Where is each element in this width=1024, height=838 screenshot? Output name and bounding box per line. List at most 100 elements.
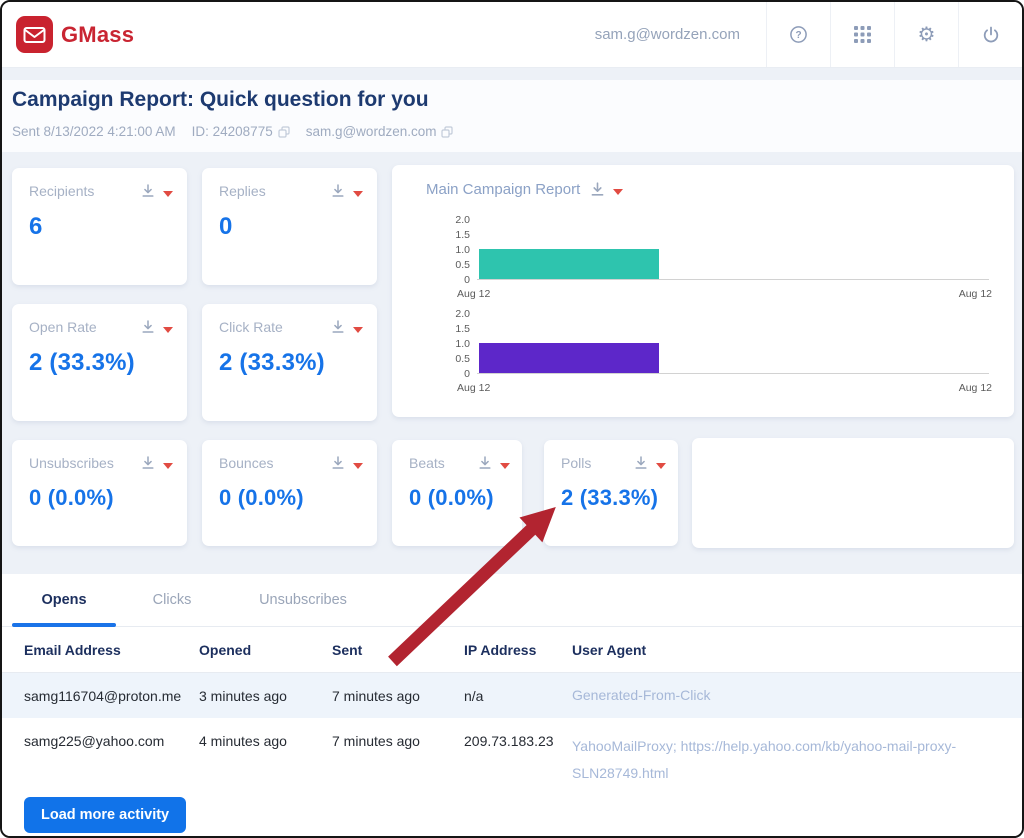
activity-section: Opens Clicks Unsubscribes Email Address … xyxy=(2,574,1022,836)
table-row: samg225@yahoo.com 4 minutes ago 7 minute… xyxy=(2,718,1022,796)
stat-label: Recipients xyxy=(29,183,94,199)
settings-gear-icon[interactable]: ⚙ xyxy=(894,2,958,67)
caret-down-icon xyxy=(353,463,363,469)
col-header-email: Email Address xyxy=(24,642,199,658)
svg-text:?: ? xyxy=(795,30,801,41)
gmass-logo-icon xyxy=(16,16,53,53)
caret-down-icon xyxy=(353,191,363,197)
stat-value: 0 (0.0%) xyxy=(12,471,187,511)
y-axis-opens: 2.01.51.00.50 xyxy=(432,213,470,288)
col-header-user-agent: User Agent xyxy=(572,642,1022,658)
stat-value: 0 (0.0%) xyxy=(392,471,522,511)
stat-label: Replies xyxy=(219,183,266,199)
stat-value: 2 (33.3%) xyxy=(202,335,377,377)
stat-value: 2 (33.3%) xyxy=(544,471,678,511)
top-bar: GMass sam.g@wordzen.com ? xyxy=(2,2,1022,68)
stat-card-polls: Polls 2 (33.3%) xyxy=(544,440,678,546)
tab-clicks[interactable]: Clicks xyxy=(116,574,228,626)
download-menu[interactable] xyxy=(140,183,173,199)
clicks-bar-chart xyxy=(477,314,989,374)
copy-icon[interactable] xyxy=(441,126,453,138)
download-menu[interactable] xyxy=(633,455,666,471)
apps-grid-icon[interactable] xyxy=(830,2,894,67)
caret-down-icon xyxy=(163,463,173,469)
main-campaign-report-card: Main Campaign Report 2.01.51.00.50 Aug 1… xyxy=(392,165,1014,417)
stat-value: 2 (33.3%) xyxy=(12,335,187,377)
brand-name: GMass xyxy=(61,22,134,48)
cell-opened: 4 minutes ago xyxy=(199,733,332,749)
caret-down-icon xyxy=(353,327,363,333)
x-axis-clicks: Aug 12Aug 12 xyxy=(457,382,992,394)
stat-value: 6 xyxy=(12,199,187,241)
cell-user-agent: YahooMailProxy; https://help.yahoo.com/k… xyxy=(572,733,1022,786)
help-icon[interactable]: ? xyxy=(766,2,830,67)
stat-label: Click Rate xyxy=(219,319,283,335)
cell-sent: 7 minutes ago xyxy=(332,733,464,749)
y-axis-clicks: 2.01.51.00.50 xyxy=(432,307,470,382)
empty-panel xyxy=(692,438,1014,548)
opens-bar xyxy=(479,249,659,279)
brand[interactable]: GMass xyxy=(2,16,134,53)
download-menu[interactable] xyxy=(477,455,510,471)
stat-card-beats: Beats 0 (0.0%) xyxy=(392,440,522,546)
clicks-bar xyxy=(479,343,659,373)
cell-user-agent: Generated-From-Click xyxy=(572,682,1022,709)
stat-card-click-rate: Click Rate 2 (33.3%) xyxy=(202,304,377,421)
download-menu[interactable] xyxy=(589,181,623,198)
stat-value: 0 (0.0%) xyxy=(202,471,377,511)
campaign-id: ID: 24208775 xyxy=(192,124,290,139)
download-menu[interactable] xyxy=(330,455,363,471)
caret-down-icon xyxy=(613,189,623,195)
campaign-header: Campaign Report: Quick question for you … xyxy=(2,80,1022,152)
download-icon xyxy=(477,455,493,471)
cell-ip: n/a xyxy=(464,688,572,704)
tab-unsubscribes[interactable]: Unsubscribes xyxy=(228,574,378,626)
power-icon[interactable] xyxy=(958,2,1022,67)
download-icon xyxy=(140,455,156,471)
stat-label: Unsubscribes xyxy=(29,455,114,471)
stat-label: Beats xyxy=(409,455,445,471)
copy-icon[interactable] xyxy=(278,126,290,138)
opens-bar-chart xyxy=(477,220,989,280)
table-row: samg116704@proton.me 3 minutes ago 7 min… xyxy=(2,673,1022,718)
cell-sent: 7 minutes ago xyxy=(332,688,464,704)
caret-down-icon xyxy=(656,463,666,469)
download-icon xyxy=(633,455,649,471)
col-header-opened: Opened xyxy=(199,642,332,658)
download-icon xyxy=(330,455,346,471)
stat-label: Polls xyxy=(561,455,591,471)
stat-value: 0 xyxy=(202,199,377,241)
caret-down-icon xyxy=(163,191,173,197)
stat-card-open-rate: Open Rate 2 (33.3%) xyxy=(12,304,187,421)
stat-card-unsubscribes: Unsubscribes 0 (0.0%) xyxy=(12,440,187,546)
download-menu[interactable] xyxy=(140,319,173,335)
campaign-meta: Sent 8/13/2022 4:21:00 AM ID: 24208775 s… xyxy=(12,124,453,139)
cell-email: samg225@yahoo.com xyxy=(24,733,199,749)
download-menu[interactable] xyxy=(330,319,363,335)
tab-opens[interactable]: Opens xyxy=(12,574,116,626)
download-menu[interactable] xyxy=(140,455,173,471)
activity-tabs: Opens Clicks Unsubscribes xyxy=(2,574,1022,627)
top-bar-right: sam.g@wordzen.com ? ⚙ xyxy=(595,2,1022,67)
load-more-activity-button[interactable]: Load more activity xyxy=(24,797,186,833)
caret-down-icon xyxy=(500,463,510,469)
cell-opened: 3 minutes ago xyxy=(199,688,332,704)
page-title: Campaign Report: Quick question for you xyxy=(12,88,429,112)
table-header: Email Address Opened Sent IP Address Use… xyxy=(2,627,1022,673)
download-icon xyxy=(140,319,156,335)
download-icon xyxy=(330,183,346,199)
stat-label: Bounces xyxy=(219,455,273,471)
stat-card-replies: Replies 0 xyxy=(202,168,377,285)
download-icon xyxy=(140,183,156,199)
col-header-sent: Sent xyxy=(332,642,464,658)
cell-ip: 209.73.183.23 xyxy=(464,733,572,749)
stat-card-bounces: Bounces 0 (0.0%) xyxy=(202,440,377,546)
col-header-ip: IP Address xyxy=(464,642,572,658)
download-menu[interactable] xyxy=(330,183,363,199)
stat-label: Open Rate xyxy=(29,319,97,335)
sender-email: sam.g@wordzen.com xyxy=(306,124,454,139)
account-email: sam.g@wordzen.com xyxy=(595,2,766,67)
stat-card-recipients: Recipients 6 xyxy=(12,168,187,285)
download-icon xyxy=(589,181,606,198)
caret-down-icon xyxy=(163,327,173,333)
